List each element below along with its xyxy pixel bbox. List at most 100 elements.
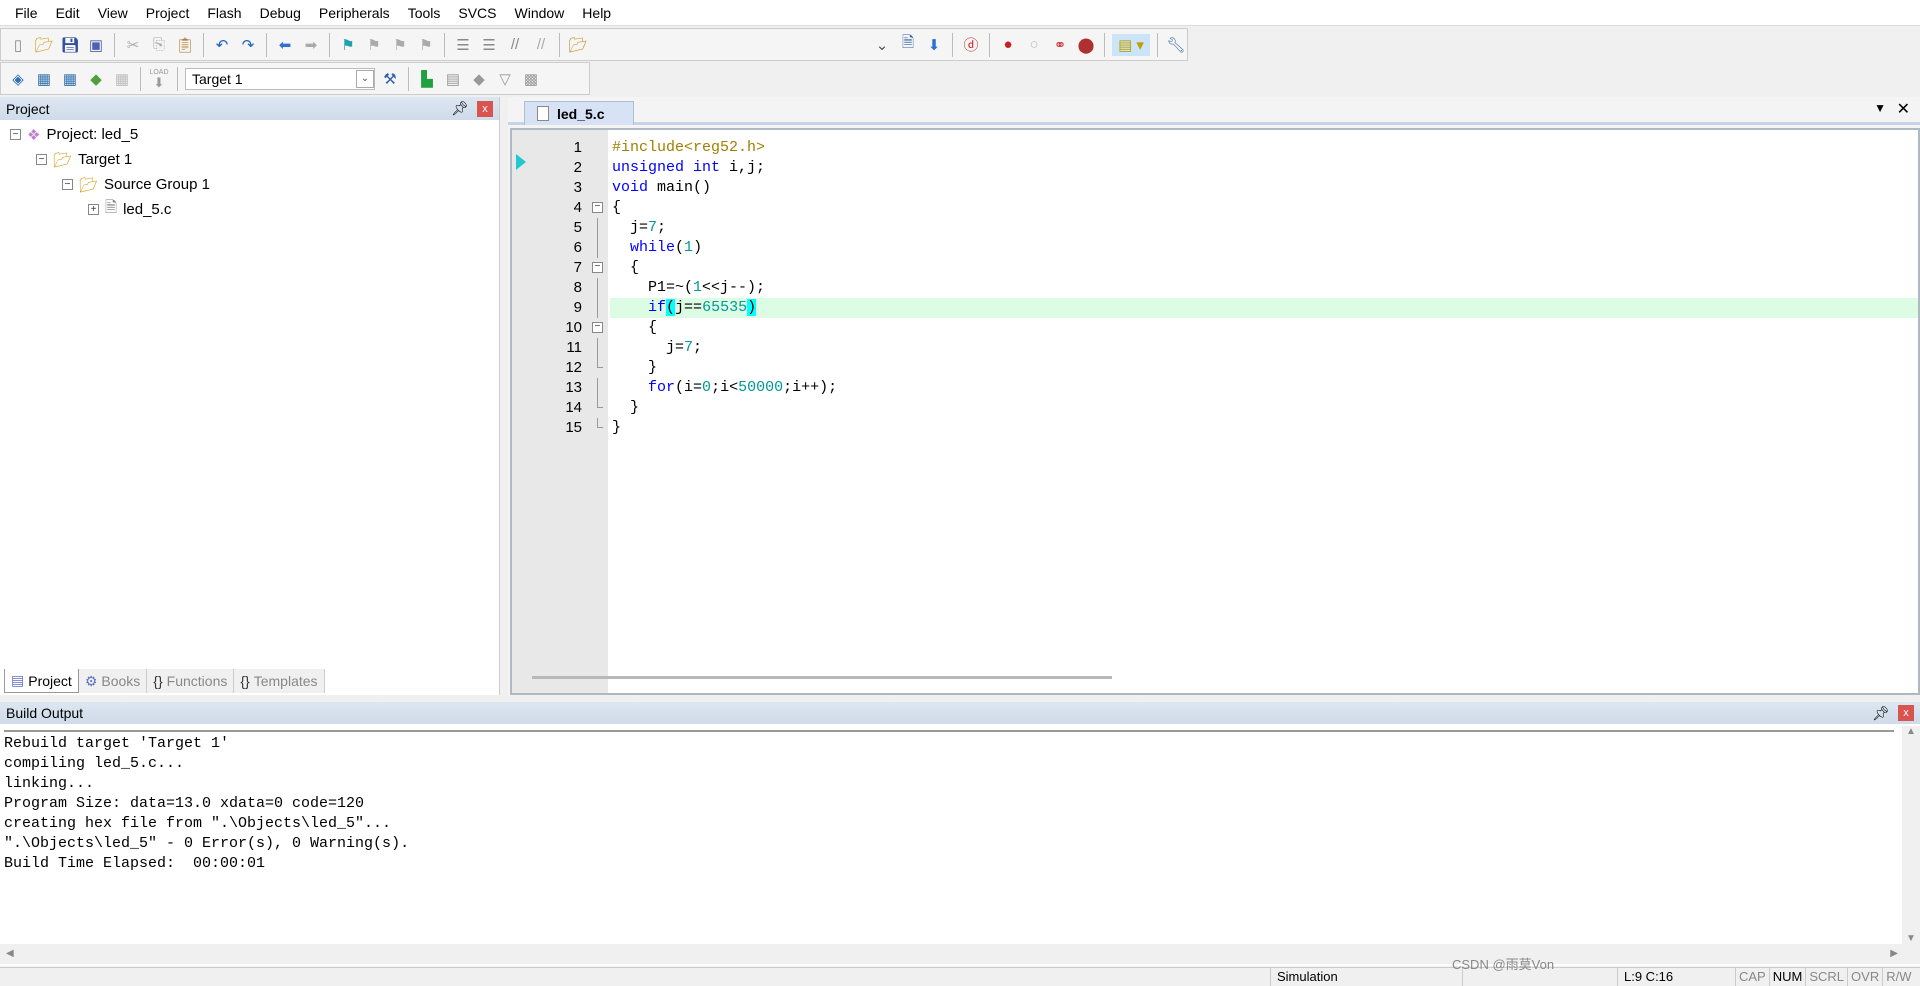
window-layout-icon[interactable]: ▤ ▾ (1112, 33, 1150, 56)
tree-item[interactable]: + 🗎︎ led_5.c (10, 197, 499, 222)
find-in-files-icon[interactable]: 📂︎ (567, 34, 589, 56)
menu-edit[interactable]: Edit (47, 5, 89, 21)
filter-icon[interactable]: ▽ (494, 68, 516, 90)
code-line[interactable]: 5 j=7; (512, 218, 1918, 238)
output-horizontal-scrollbar[interactable]: ◀ ▶ (0, 944, 1920, 964)
undo-icon[interactable]: ↶ (211, 34, 233, 56)
target-options-icon[interactable]: ⚒ (379, 68, 401, 90)
code-line[interactable]: 12 } (512, 358, 1918, 378)
tab-functions[interactable]: {} Functions (147, 669, 235, 693)
navigate-back-icon[interactable]: ⬅ (274, 34, 296, 56)
kill-breakpoints-icon[interactable]: ⬤ (1075, 34, 1097, 56)
incremental-find-icon[interactable]: 🗎︎ (897, 34, 919, 56)
rte-icon[interactable]: ▩ (520, 68, 542, 90)
download-icon[interactable]: LOAD ⬇ (148, 68, 170, 90)
code-line[interactable]: 13 for(i=0;i<50000;i++); (512, 378, 1918, 398)
c-file-icon (537, 106, 549, 121)
prev-bookmark-icon[interactable]: ⚑ (363, 34, 385, 56)
breakpoint-icon[interactable]: ● (997, 34, 1019, 56)
comment-icon[interactable]: // (504, 34, 526, 56)
templates-tab-icon: {} (240, 673, 250, 689)
code-editor[interactable]: 1 #include<reg52.h> 2 unsigned int i,j; 3 voi… (510, 128, 1920, 695)
copy-icon[interactable]: ⎘ (148, 34, 170, 56)
save-all-icon[interactable]: ▣ (85, 34, 107, 56)
code-line[interactable]: 6 while(1) (512, 238, 1918, 258)
pack-installer-icon[interactable]: ◆ (468, 68, 490, 90)
code-line[interactable]: 3 void main() (512, 178, 1918, 198)
menu-tools[interactable]: Tools (399, 5, 450, 21)
configure-icon[interactable]: 🔧︎ (1165, 34, 1187, 56)
new-file-icon[interactable]: ▯ (7, 34, 29, 56)
tab-books[interactable]: ⚙ Books (78, 669, 148, 693)
navigate-forward-icon[interactable]: ➡ (300, 34, 322, 56)
tab-templates[interactable]: {} Templates (234, 669, 325, 693)
menu-help[interactable]: Help (573, 5, 620, 21)
code-text: j=7; (612, 339, 703, 356)
code-line[interactable]: 4−{ (512, 198, 1918, 218)
code-line[interactable]: 14 } (512, 398, 1918, 418)
rebuild-icon[interactable]: ▦ (59, 68, 81, 90)
menu-window[interactable]: Window (506, 5, 574, 21)
menu-peripherals[interactable]: Peripherals (310, 5, 399, 21)
menu-svcs[interactable]: SVCS (449, 5, 505, 21)
debug-session-icon[interactable]: ⓓ (960, 34, 982, 56)
expand-toggle-icon[interactable]: + (88, 204, 99, 215)
cut-icon[interactable]: ✂ (122, 34, 144, 56)
menu-flash[interactable]: Flash (198, 5, 250, 21)
uncomment-icon[interactable]: // (530, 34, 552, 56)
source-browser-icon[interactable]: ⬇ (923, 34, 945, 56)
translate-icon[interactable]: ◈ (7, 68, 29, 90)
close-icon[interactable]: x (1898, 705, 1914, 721)
tree-item-label: led_5.c (123, 201, 172, 218)
disable-breakpoint-icon[interactable]: ○ (1023, 34, 1045, 56)
build-icon[interactable]: ▦ (33, 68, 55, 90)
code-line[interactable]: 7− { (512, 258, 1918, 278)
bookmark-icon[interactable]: ⚑ (337, 34, 359, 56)
redo-icon[interactable]: ↷ (237, 34, 259, 56)
code-line[interactable]: 15} (512, 418, 1918, 438)
manage-components-icon[interactable]: ▙ (416, 68, 438, 90)
pin-icon[interactable]: 📌︎ (1872, 705, 1890, 722)
indent-icon[interactable]: ☰ (452, 34, 474, 56)
code-line[interactable]: 8 P1=~(1<<j--); (512, 278, 1918, 298)
horizontal-scrollbar[interactable] (532, 676, 1112, 679)
close-icon[interactable]: x (477, 100, 493, 117)
select-packs-icon[interactable]: ▤ (442, 68, 464, 90)
tab-list-dropdown-icon[interactable]: ▼ (1874, 101, 1886, 115)
chevron-down-icon[interactable]: ⌄ (356, 69, 374, 88)
save-icon[interactable]: 💾︎ (59, 34, 81, 56)
menu-file[interactable]: File (6, 5, 47, 21)
code-line[interactable]: 9 if(j==65535) (512, 298, 1918, 318)
tab-led-5-c[interactable]: led_5.c (524, 101, 634, 125)
close-editor-icon[interactable]: ✕ (1897, 99, 1910, 119)
build-output-text[interactable]: Rebuild target 'Target 1' compiling led_5… (4, 730, 1894, 874)
tree-item[interactable]: − ❖ Project: led_5 (10, 122, 499, 147)
disable-all-breakpoints-icon[interactable]: ⚭ (1049, 34, 1071, 56)
menu-debug[interactable]: Debug (251, 5, 310, 21)
expand-toggle-icon[interactable]: − (62, 179, 73, 190)
menu-view[interactable]: View (89, 5, 137, 21)
unindent-icon[interactable]: ☰ (478, 34, 500, 56)
vertical-scrollbar[interactable]: ▲ ▼ (1902, 726, 1920, 944)
clear-bookmarks-icon[interactable]: ⚑ (415, 34, 437, 56)
find-dropdown-icon[interactable]: ⌄ (871, 34, 893, 56)
tree-item[interactable]: − 📂︎ Target 1 (10, 147, 499, 172)
code-line[interactable]: 11 j=7; (512, 338, 1918, 358)
open-folder-icon[interactable]: 📂︎ (33, 34, 55, 56)
batch-build-icon[interactable]: ◆ (85, 68, 107, 90)
expand-toggle-icon[interactable]: − (36, 154, 47, 165)
next-bookmark-icon[interactable]: ⚑ (389, 34, 411, 56)
code-line[interactable]: 10− { (512, 318, 1918, 338)
code-line[interactable]: 1 #include<reg52.h> (512, 138, 1918, 158)
code-line[interactable]: 2 unsigned int i,j; (512, 158, 1918, 178)
status-bar: Simulation L:9 C:16 CAP NUM SCRL OVR R/W CSD… (0, 957, 1920, 986)
tree-item[interactable]: − 📂︎ Source Group 1 (10, 172, 499, 197)
stop-build-icon[interactable]: ▦ (111, 68, 133, 90)
tab-project[interactable]: ▤ Project (4, 669, 79, 693)
pin-icon[interactable]: 📌︎ (451, 100, 469, 117)
expand-toggle-icon[interactable]: − (10, 129, 21, 140)
menu-project[interactable]: Project (137, 5, 199, 21)
paste-icon[interactable]: 📋︎ (174, 34, 196, 56)
line-number: 4 (573, 199, 582, 216)
target-select[interactable]: Target 1 ⌄ (185, 67, 375, 90)
